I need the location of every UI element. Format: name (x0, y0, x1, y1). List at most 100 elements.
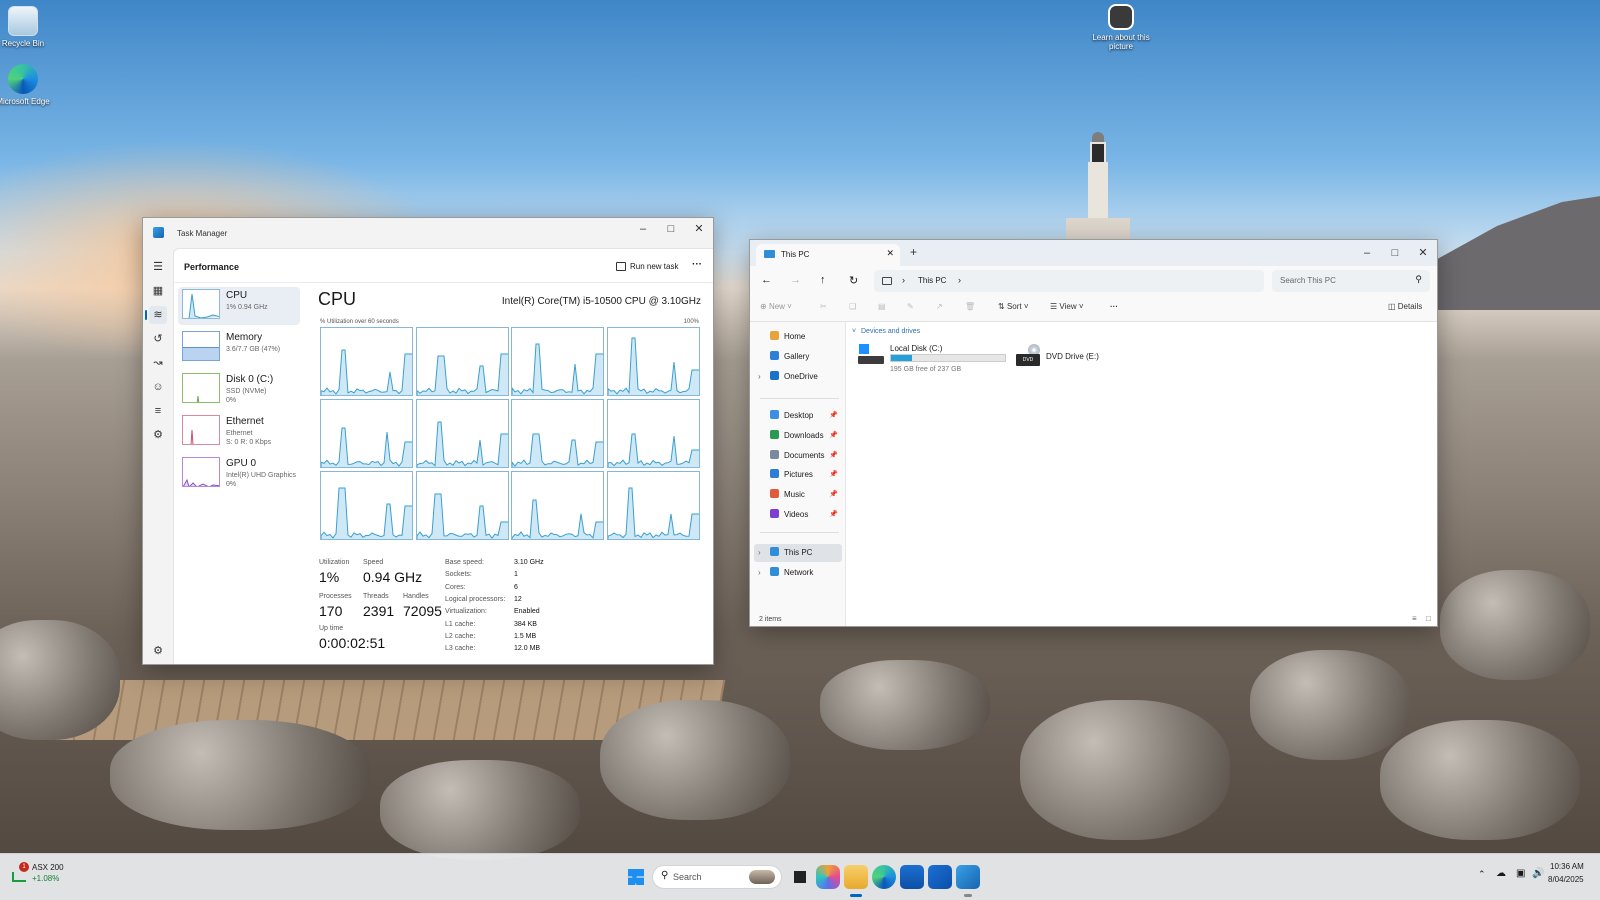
new-tab-button[interactable]: + (910, 245, 917, 259)
search-box[interactable]: Search This PC ⚲ (1272, 270, 1430, 292)
outlook-icon[interactable] (928, 865, 952, 889)
nav-item-this-pc[interactable]: › This PC (754, 544, 842, 562)
clock-date[interactable]: 8/04/2025 (1548, 875, 1584, 884)
minimize-button[interactable]: – (1353, 242, 1381, 264)
network-icon (770, 567, 779, 576)
resource-gpu[interactable]: GPU 0 Intel(R) UHD Graphics ... 0% (178, 455, 300, 493)
edge-icon[interactable] (872, 865, 896, 889)
file-explorer-window[interactable]: This PC ✕ + – □ ✕ ← → ↑ ↻ › This PC › Se… (749, 239, 1438, 627)
pin-icon[interactable]: 📌 (829, 447, 838, 465)
handles-value: 72095 (403, 603, 442, 619)
nav-item-onedrive[interactable]: › OneDrive (754, 368, 842, 386)
task-manager-window[interactable]: Task Manager – □ ✕ ☰ ▦ ≋ ↺ ↝ ☺ ≡ ⚙ ⚙ Per… (142, 217, 714, 665)
services-icon[interactable]: ⚙ (149, 426, 167, 444)
nav-item-network[interactable]: › Network (754, 564, 842, 582)
nav-item-music[interactable]: Music 📌 (754, 486, 842, 504)
close-button[interactable]: ✕ (685, 218, 713, 240)
delete-icon[interactable]: 🗑 (965, 302, 975, 311)
start-button[interactable] (624, 865, 648, 889)
file-explorer-icon[interactable] (844, 865, 868, 889)
pin-icon[interactable]: 📌 (829, 407, 838, 425)
tab-this-pc[interactable]: This PC ✕ (756, 244, 900, 266)
performance-icon[interactable]: ≋ (149, 306, 167, 324)
nav-item-desktop[interactable]: Desktop 📌 (754, 407, 842, 425)
group-chevron-icon[interactable]: ˅ (852, 328, 856, 335)
expand-chevron-icon[interactable]: › (758, 368, 761, 386)
cut-icon[interactable]: ✂ (820, 302, 827, 311)
nav-item-pictures[interactable]: Pictures 📌 (754, 466, 842, 484)
close-tab-icon[interactable]: ✕ (886, 248, 894, 259)
maximize-button[interactable]: □ (657, 218, 685, 240)
share-icon[interactable]: ↗ (936, 302, 943, 311)
minimize-button[interactable]: – (629, 218, 657, 240)
group-header[interactable]: Devices and drives (861, 328, 920, 335)
desktop-icon-edge[interactable]: Microsoft Edge (0, 64, 52, 106)
hamburger-menu-icon[interactable]: ☰ (149, 258, 167, 276)
paste-icon[interactable]: ▤ (878, 302, 886, 311)
drive-name: DVD Drive (E:) (1046, 352, 1099, 361)
resource-memory[interactable]: Memory 3.6/7.7 GB (47%) (178, 329, 300, 367)
title-bar[interactable]: Task Manager – □ ✕ (143, 218, 713, 248)
maximize-button[interactable]: □ (1381, 242, 1409, 264)
processes-icon[interactable]: ▦ (149, 282, 167, 300)
back-arrow-icon[interactable]: ← (761, 274, 772, 286)
volume-icon[interactable]: 🔊 (1532, 868, 1544, 879)
task-view-icon[interactable] (788, 865, 812, 889)
pin-icon[interactable]: 📌 (829, 506, 838, 524)
see-more-button[interactable]: ··· (1110, 302, 1118, 311)
settings-gear-icon[interactable]: ⚙ (149, 642, 167, 660)
show-hidden-icons-chevron[interactable]: ⌃ (1478, 869, 1486, 880)
sort-button[interactable]: ⇅ Sort ˅ (998, 302, 1029, 311)
copilot-icon[interactable] (816, 865, 840, 889)
cpu-core-graph (415, 327, 509, 396)
nav-item-downloads[interactable]: Downloads 📌 (754, 427, 842, 445)
copy-icon[interactable]: ❏ (849, 302, 856, 311)
tab-bar[interactable]: This PC ✕ + – □ ✕ (750, 240, 1437, 266)
more-options-button[interactable]: ··· (692, 259, 702, 270)
nav-item-home[interactable]: Home (754, 328, 842, 346)
users-icon[interactable]: ☺ (149, 378, 167, 396)
expand-chevron-icon[interactable]: › (758, 564, 761, 582)
startup-apps-icon[interactable]: ↝ (149, 354, 167, 372)
drive-local-disk[interactable]: Local Disk (C:) 195 GB free of 237 GB (858, 342, 1008, 378)
up-arrow-icon[interactable]: ↑ (820, 274, 826, 286)
details-button[interactable]: ◫ Details (1388, 302, 1422, 311)
new-button[interactable]: ⊕ New ˅ (760, 302, 792, 311)
rename-icon[interactable]: ✎ (907, 302, 914, 311)
drive-free-space: 195 GB free of 237 GB (890, 366, 962, 373)
pin-icon[interactable]: 📌 (829, 486, 838, 504)
microsoft-store-icon[interactable] (900, 865, 924, 889)
details-icon[interactable]: ≡ (149, 402, 167, 420)
nav-item-gallery[interactable]: Gallery (754, 348, 842, 366)
task-manager-icon[interactable] (956, 865, 980, 889)
view-button[interactable]: ☰ View ˅ (1050, 302, 1084, 311)
run-new-task-button[interactable]: Run new task (616, 258, 678, 274)
search-input[interactable]: Search This PC (1280, 276, 1336, 285)
pin-icon[interactable]: 📌 (829, 427, 838, 445)
breadcrumb[interactable]: This PC (918, 276, 946, 285)
desktop-icon-recycle-bin[interactable]: Recycle Bin (0, 6, 52, 48)
app-history-icon[interactable]: ↺ (149, 330, 167, 348)
resource-cpu[interactable]: CPU 1% 0.94 GHz (178, 287, 300, 325)
network-icon[interactable]: ▣ (1516, 868, 1525, 879)
onedrive-cloud-icon[interactable]: ☁ (1496, 868, 1506, 879)
resource-ethernet[interactable]: Ethernet Ethernet S: 0 R: 0 Kbps (178, 413, 300, 451)
stock-widget[interactable]: 1 ASX 200 +1.08% (12, 860, 82, 894)
expand-chevron-icon[interactable]: › (758, 544, 761, 562)
address-bar[interactable]: › This PC › (874, 270, 1264, 292)
details-view-icon[interactable]: ≡ (1412, 614, 1417, 623)
desktop-icon-learn-picture[interactable]: Learn about this picture (1092, 4, 1150, 51)
nav-item-documents[interactable]: Documents 📌 (754, 447, 842, 465)
tiles-view-icon[interactable]: □ (1426, 614, 1431, 623)
breadcrumb-chevron-icon[interactable]: › (958, 275, 961, 285)
nav-item-videos[interactable]: Videos 📌 (754, 506, 842, 524)
clock-time[interactable]: 10:36 AM (1550, 862, 1584, 871)
close-button[interactable]: ✕ (1409, 242, 1437, 264)
resource-disk[interactable]: Disk 0 (C:) SSD (NVMe) 0% (178, 371, 300, 409)
forward-arrow-icon[interactable]: → (790, 274, 801, 286)
resource-detail: 3.6/7.7 GB (47%) (226, 346, 281, 353)
pin-icon[interactable]: 📌 (829, 466, 838, 484)
refresh-icon[interactable]: ↻ (849, 274, 858, 287)
taskbar-search[interactable]: ⚲ Search (652, 865, 782, 889)
drive-dvd[interactable]: DVD DVD Drive (E:) (1016, 344, 1136, 374)
